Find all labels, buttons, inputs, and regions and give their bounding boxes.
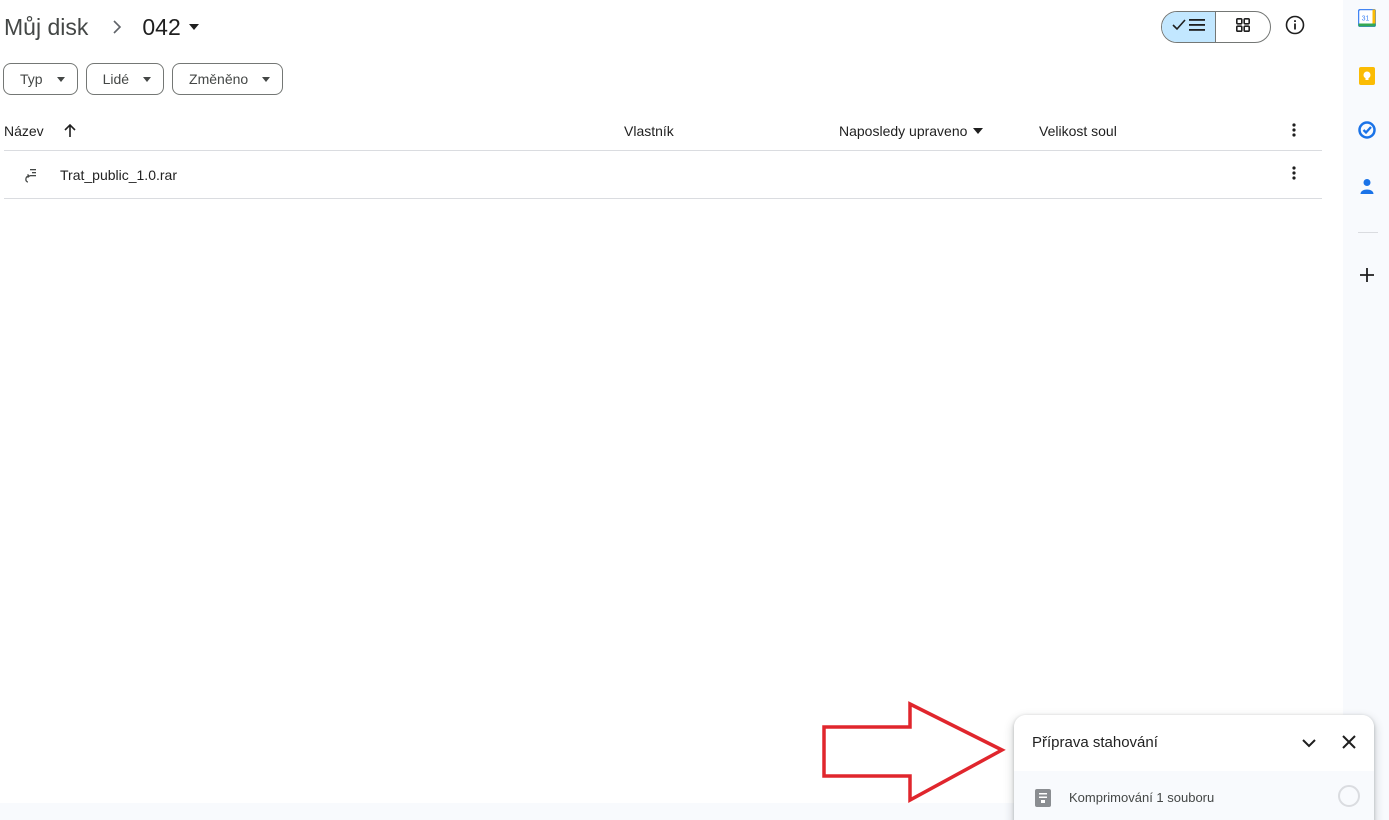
tasks-icon[interactable] bbox=[1358, 121, 1376, 139]
column-label: Naposledy upraveno bbox=[839, 123, 968, 139]
column-label: Název bbox=[4, 123, 44, 139]
calendar-icon[interactable]: 31 bbox=[1358, 9, 1376, 27]
download-panel-header: Příprava stahování bbox=[1014, 715, 1374, 771]
column-size[interactable]: Velikost soul bbox=[1039, 123, 1117, 139]
column-owner[interactable]: Vlastník bbox=[624, 123, 674, 139]
list-view-button[interactable] bbox=[1162, 12, 1217, 42]
collapse-button[interactable] bbox=[1298, 733, 1320, 755]
archive-file-icon bbox=[22, 167, 40, 185]
download-item-text: Komprimování 1 souboru bbox=[1069, 790, 1215, 805]
close-button[interactable] bbox=[1338, 733, 1360, 755]
grid-icon bbox=[1236, 17, 1250, 37]
breadcrumb: Můj disk 042 bbox=[4, 10, 199, 44]
view-toggle bbox=[1161, 11, 1271, 43]
chip-label: Změněno bbox=[189, 71, 249, 87]
breadcrumb-my-drive[interactable]: Můj disk bbox=[4, 14, 88, 41]
caret-down-icon bbox=[188, 24, 199, 30]
breadcrumb-current-folder[interactable]: 042 bbox=[142, 13, 199, 41]
annotation-arrow-icon bbox=[822, 701, 1006, 803]
download-panel: Příprava stahování Komprimování 1 soubor… bbox=[1014, 715, 1374, 820]
column-modified[interactable]: Naposledy upraveno bbox=[839, 123, 984, 139]
check-icon bbox=[1172, 18, 1186, 36]
caret-down-icon bbox=[143, 76, 152, 82]
filter-chips: Typ Lidé Změněno bbox=[3, 63, 284, 95]
chevron-right-icon bbox=[112, 20, 122, 34]
column-label: Velikost soul bbox=[1039, 123, 1117, 139]
arrow-up-icon[interactable] bbox=[64, 124, 76, 138]
chevron-down-icon bbox=[1302, 735, 1316, 753]
download-item: Komprimování 1 souboru bbox=[1014, 771, 1374, 820]
filter-type-chip[interactable]: Typ bbox=[3, 63, 78, 95]
download-panel-title: Příprava stahování bbox=[1032, 734, 1158, 751]
side-panel: 31 bbox=[1343, 0, 1389, 820]
chip-label: Typ bbox=[20, 71, 43, 87]
row-more-options-button[interactable] bbox=[1284, 165, 1304, 185]
add-icon[interactable] bbox=[1358, 266, 1376, 284]
list-icon bbox=[1189, 18, 1205, 36]
svg-text:31: 31 bbox=[1362, 16, 1370, 23]
filter-modified-chip[interactable]: Změněno bbox=[172, 63, 284, 95]
caret-down-icon bbox=[262, 76, 271, 82]
close-icon bbox=[1342, 734, 1356, 754]
table-row[interactable]: Trat_public_1.0.rar bbox=[4, 151, 1322, 199]
folder-name: 042 bbox=[142, 13, 181, 40]
more-options-button[interactable] bbox=[1284, 121, 1304, 141]
caret-down-icon bbox=[56, 76, 65, 82]
column-name[interactable]: Název bbox=[4, 123, 76, 139]
table-header: Název Vlastník Naposledy upraveno Veliko… bbox=[4, 112, 1322, 151]
chip-label: Lidé bbox=[102, 71, 130, 87]
info-button[interactable] bbox=[1283, 15, 1307, 39]
file-name: Trat_public_1.0.rar bbox=[60, 167, 177, 183]
filter-people-chip[interactable]: Lidé bbox=[85, 63, 165, 95]
more-vert-icon bbox=[1292, 122, 1296, 140]
side-panel-divider bbox=[1358, 232, 1378, 233]
caret-down-icon bbox=[973, 128, 984, 134]
grid-view-button[interactable] bbox=[1216, 12, 1270, 42]
column-label: Vlastník bbox=[624, 123, 674, 139]
info-icon bbox=[1285, 15, 1305, 40]
archive-doc-icon bbox=[1034, 789, 1052, 807]
progress-spinner-icon bbox=[1338, 785, 1360, 807]
more-vert-icon bbox=[1292, 165, 1296, 185]
keep-icon[interactable] bbox=[1358, 67, 1376, 85]
contacts-icon[interactable] bbox=[1358, 177, 1376, 195]
